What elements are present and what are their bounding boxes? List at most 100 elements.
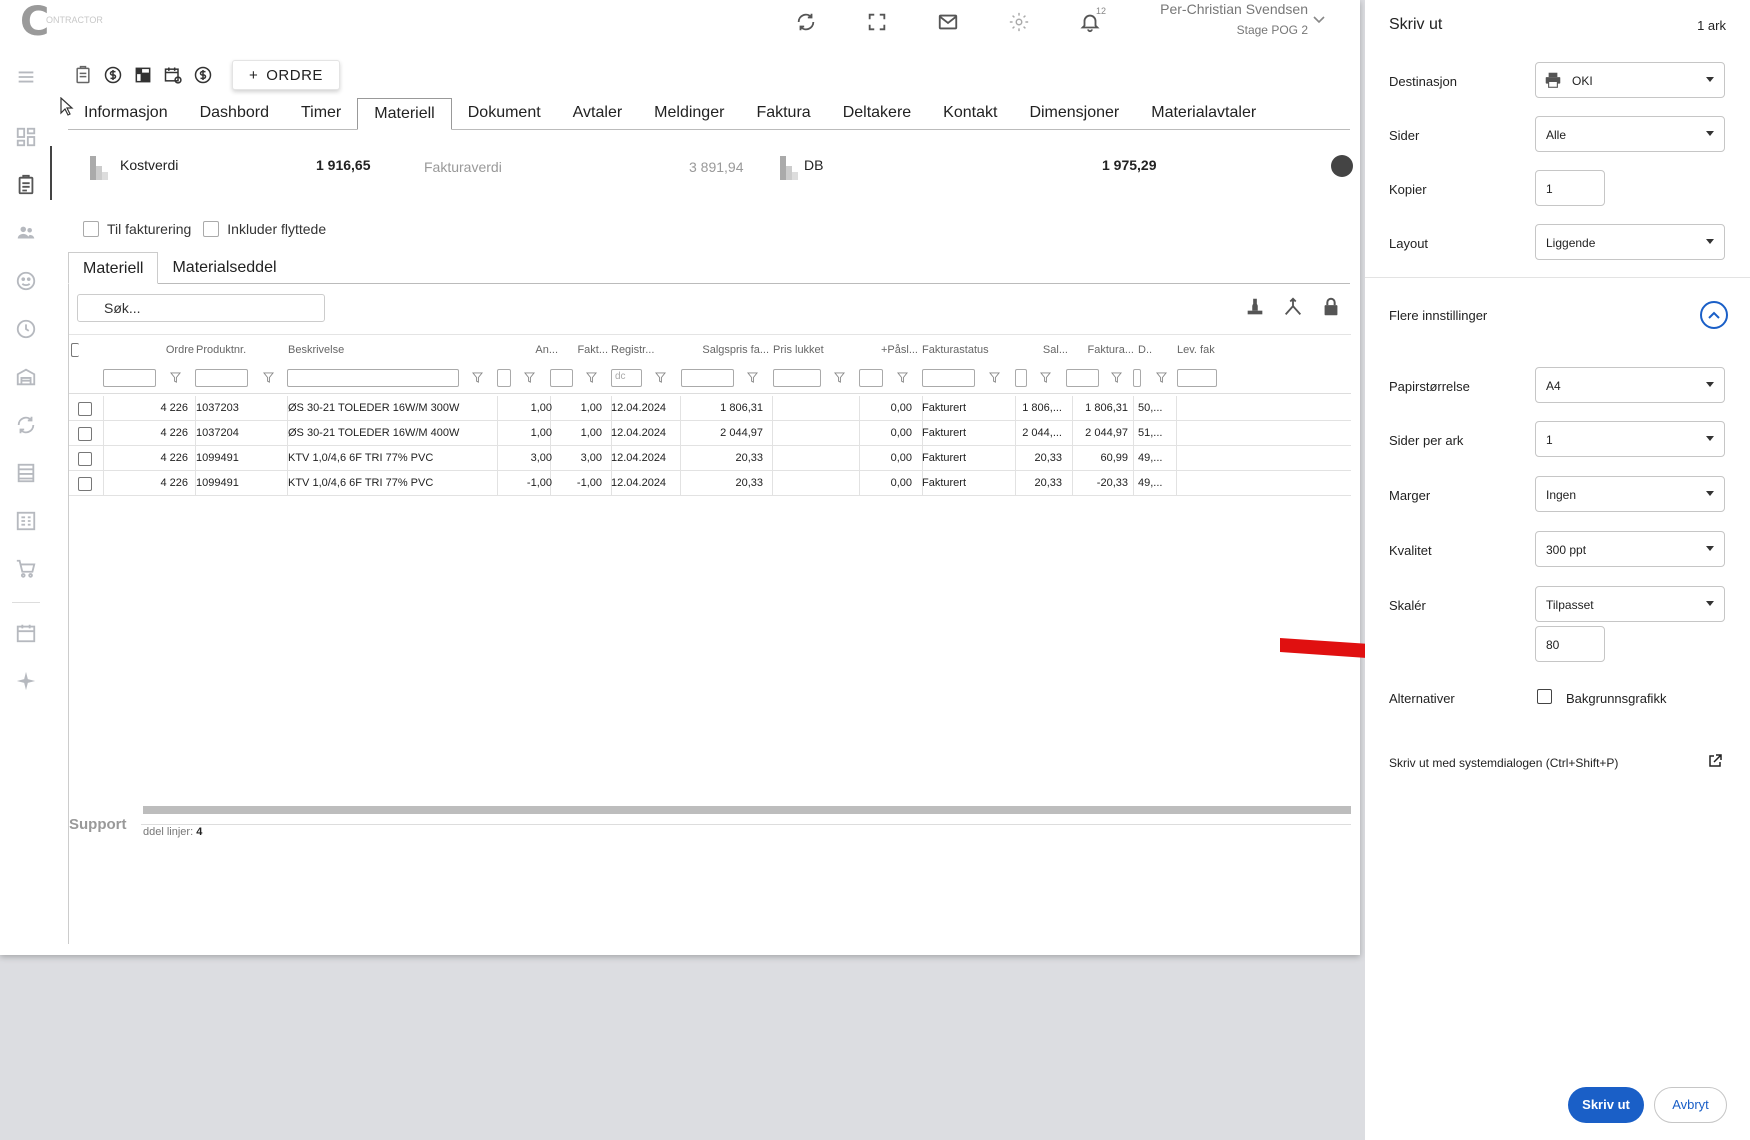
column-filter-input[interactable] (1133, 369, 1141, 387)
table-row[interactable]: 4 226 1037203 ØS 30-21 TOLEDER 16W/M 300W 1… (69, 396, 1351, 421)
column-filter-input[interactable] (773, 369, 821, 387)
gear-icon[interactable] (983, 8, 1054, 36)
skaler-select[interactable]: Tilpasset (1535, 586, 1725, 622)
clock-icon[interactable] (15, 318, 37, 340)
new-order-button[interactable]: + ORDRE (232, 60, 340, 90)
column-header[interactable]: Beskrivelse (288, 344, 508, 356)
table-row[interactable]: 4 226 1099491 KTV 1,0/4,6 6F TRI 77% PVC 3,… (69, 446, 1351, 471)
chevron-down-icon[interactable] (1312, 14, 1326, 28)
search-input[interactable]: Søk... (77, 294, 325, 322)
row-checkbox[interactable] (78, 402, 92, 416)
kvalitet-select[interactable]: 300 ppt (1535, 531, 1725, 567)
support-label[interactable]: Support (69, 812, 141, 842)
tab-informasjon[interactable]: Informasjon (68, 98, 184, 130)
column-header[interactable]: Fakturastatus (922, 344, 1012, 356)
filter-funnel-icon[interactable] (654, 372, 667, 384)
kopier-input[interactable]: 1 (1535, 170, 1605, 206)
filter-funnel-icon[interactable] (1110, 372, 1123, 384)
dollar-icon[interactable] (188, 62, 218, 88)
warehouse-icon[interactable] (15, 366, 37, 388)
tab-deltakere[interactable]: Deltakere (827, 98, 927, 130)
column-filter-input[interactable] (922, 369, 975, 387)
filter-funnel-icon[interactable] (523, 372, 536, 384)
external-link-icon[interactable] (1707, 753, 1723, 769)
calendar-icon[interactable] (15, 622, 37, 644)
select-all-checkbox[interactable] (71, 343, 79, 357)
filter-funnel-icon[interactable] (262, 372, 275, 384)
filter-funnel-icon[interactable] (169, 372, 182, 384)
papir-select[interactable]: A4 (1535, 367, 1725, 403)
dollar-icon[interactable] (98, 62, 128, 88)
filter-funnel-icon[interactable] (896, 372, 909, 384)
bakgrunnsgrafikk-label[interactable]: Bakgrunnsgrafikk (1566, 691, 1666, 706)
tab-kontakt[interactable]: Kontakt (927, 98, 1013, 130)
column-header[interactable]: Sal... (1015, 344, 1068, 356)
bell-icon[interactable]: 12 (1054, 6, 1125, 36)
refresh-icon[interactable] (15, 414, 37, 436)
print-button[interactable]: Skriv ut (1568, 1087, 1644, 1123)
column-filter-input[interactable] (497, 369, 511, 387)
users-icon[interactable] (15, 222, 37, 244)
tab-dimensjoner[interactable]: Dimensjoner (1013, 98, 1135, 130)
column-filter-input[interactable] (1015, 369, 1027, 387)
sync-icon[interactable] (770, 8, 841, 36)
column-header[interactable]: Registr... (611, 344, 677, 356)
column-filter-input[interactable]: dc (611, 369, 642, 387)
clipboard-icon[interactable] (68, 62, 98, 88)
tab-materiell[interactable]: Materiell (357, 98, 452, 130)
user-menu[interactable]: Per-Christian Svendsen Stage POG 2 (1160, 1, 1308, 37)
cart-icon[interactable] (15, 558, 37, 580)
table-row[interactable]: 4 226 1099491 KTV 1,0/4,6 6F TRI 77% PVC -1… (69, 471, 1351, 496)
horizontal-scrollbar[interactable] (143, 806, 1351, 814)
row-checkbox[interactable] (78, 477, 92, 491)
tab-dokument[interactable]: Dokument (452, 98, 557, 130)
system-dialog-link[interactable]: Skriv ut med systemdialogen (Ctrl+Shift+… (1389, 756, 1618, 770)
column-header[interactable]: Salgspris fa... (681, 344, 769, 356)
mail-icon[interactable] (912, 8, 983, 36)
filter-funnel-icon[interactable] (471, 372, 484, 384)
tab-avtaler[interactable]: Avtaler (557, 98, 639, 130)
column-filter-input[interactable] (195, 369, 248, 387)
clipboard-icon[interactable] (15, 174, 37, 196)
sider-per-ark-select[interactable]: 1 (1535, 421, 1725, 457)
cancel-button[interactable]: Avbryt (1654, 1087, 1727, 1123)
inkluder-flyttede-checkbox[interactable]: Inkluder flyttede (203, 221, 326, 237)
destinasjon-select[interactable]: OKI (1535, 62, 1725, 98)
til-fakturering-checkbox[interactable]: Til fakturering (83, 221, 191, 237)
row-checkbox[interactable] (78, 427, 92, 441)
lock-icon[interactable] (1320, 296, 1342, 323)
layout-select[interactable]: Liggende (1535, 224, 1725, 260)
calendar-refresh-icon[interactable] (158, 62, 188, 88)
column-header[interactable]: Ordre (154, 344, 194, 356)
subtab-materialseddel[interactable]: Materialseddel (158, 252, 290, 284)
column-header[interactable]: Lev. fak (1177, 344, 1217, 356)
column-filter-input[interactable] (550, 369, 573, 387)
tab-meldinger[interactable]: Meldinger (638, 98, 740, 130)
column-header[interactable]: Produktnr. (196, 344, 284, 356)
column-header[interactable]: An... (512, 344, 558, 356)
filter-funnel-icon[interactable] (746, 372, 759, 384)
tab-faktura[interactable]: Faktura (740, 98, 826, 130)
merge-icon[interactable] (1282, 296, 1304, 323)
subtab-materiell[interactable]: Materiell (68, 252, 159, 284)
checkbox[interactable] (83, 221, 99, 237)
table-row[interactable]: 4 226 1037204 ØS 30-21 TOLEDER 16W/M 400W 1… (69, 421, 1351, 446)
filter-funnel-icon[interactable] (833, 372, 846, 384)
sparkle-icon[interactable] (15, 670, 37, 692)
marger-select[interactable]: Ingen (1535, 476, 1725, 512)
grid-icon[interactable] (128, 62, 158, 88)
bakgrunnsgrafikk-checkbox[interactable] (1537, 689, 1552, 704)
column-header[interactable]: D.. (1138, 344, 1172, 356)
stamp-icon[interactable] (1244, 296, 1266, 323)
dashboard-icon[interactable] (15, 126, 37, 148)
row-checkbox[interactable] (78, 452, 92, 466)
filter-funnel-icon[interactable] (1155, 372, 1168, 384)
menu-icon[interactable] (15, 66, 37, 88)
tab-timer[interactable]: Timer (285, 98, 357, 130)
report-icon[interactable] (15, 510, 37, 532)
fullscreen-icon[interactable] (841, 8, 912, 36)
column-filter-input[interactable] (103, 369, 156, 387)
column-filter-input[interactable] (1066, 369, 1099, 387)
column-header[interactable]: Faktura... (1072, 344, 1134, 356)
filter-funnel-icon[interactable] (988, 372, 1001, 384)
